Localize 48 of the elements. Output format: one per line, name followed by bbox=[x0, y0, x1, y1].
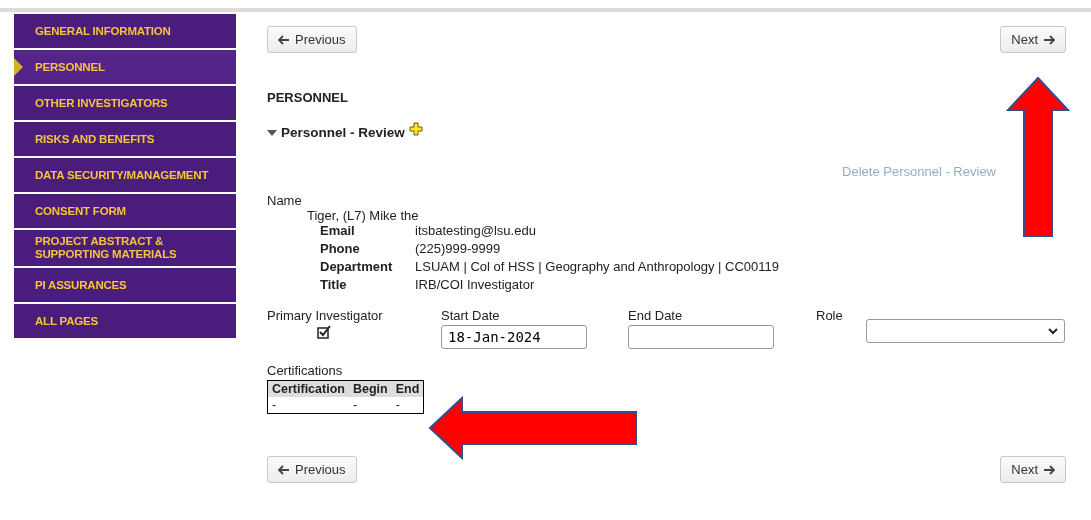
sidebar-item[interactable]: OTHER INVESTIGATORS bbox=[14, 86, 236, 120]
end-date-field[interactable] bbox=[628, 325, 774, 349]
certifications-label: Certifications bbox=[267, 363, 344, 378]
start-date-field[interactable]: 18-Jan-2024 bbox=[441, 325, 587, 349]
detail-value: IRB/COI Investigator bbox=[415, 277, 536, 292]
role-dropdown[interactable] bbox=[866, 319, 1065, 343]
table-cell: - bbox=[348, 397, 392, 414]
field-label: End Date bbox=[628, 308, 684, 323]
sidebar-item[interactable]: DATA SECURITY/MANAGEMENT bbox=[14, 158, 236, 192]
detail-value: (225)999-9999 bbox=[415, 241, 502, 256]
sidebar-item[interactable]: CONSENT FORM bbox=[14, 194, 236, 228]
previous-button[interactable]: Previous bbox=[267, 26, 357, 53]
next-button[interactable]: Next bbox=[1000, 26, 1066, 53]
detail-label: Email bbox=[320, 223, 356, 238]
detail-value: itsbatesting@lsu.edu bbox=[415, 223, 537, 238]
section-title: PERSONNEL bbox=[267, 90, 349, 105]
expanded-triangle-icon[interactable] bbox=[267, 129, 277, 136]
detail-label: Department bbox=[320, 259, 394, 274]
right-arrow-icon bbox=[1043, 464, 1055, 475]
sidebar-item[interactable]: PROJECT ABSTRACT & SUPPORTING MATERIALS bbox=[14, 230, 236, 266]
left-arrow-icon bbox=[278, 34, 290, 45]
column-header: End bbox=[391, 380, 424, 397]
field-label: Start Date bbox=[441, 308, 501, 323]
detail-label: Title bbox=[320, 277, 348, 292]
table-cell: - bbox=[267, 397, 349, 414]
table-cell: - bbox=[391, 397, 424, 414]
detail-label: Phone bbox=[320, 241, 361, 256]
column-header: Certification bbox=[267, 380, 349, 397]
person-name: Tiger, (L7) Mike the bbox=[307, 208, 420, 223]
name-label: Name bbox=[267, 193, 303, 208]
column-header: Begin bbox=[348, 380, 392, 397]
field-label: Primary Investigator bbox=[267, 308, 384, 323]
sidebar-item[interactable]: ALL PAGES bbox=[14, 304, 236, 338]
sidebar-item[interactable]: RISKS AND BENEFITS bbox=[14, 122, 236, 156]
right-arrow-icon bbox=[1043, 34, 1055, 45]
current-page-marker-icon bbox=[14, 58, 23, 76]
next-button[interactable]: Next bbox=[1000, 456, 1066, 483]
left-arrow-icon bbox=[278, 464, 290, 475]
chevron-down-icon bbox=[1048, 327, 1058, 335]
sidebar-item[interactable]: PI ASSURANCES bbox=[14, 268, 236, 302]
add-plus-icon[interactable] bbox=[408, 121, 423, 136]
checkbox[interactable] bbox=[317, 325, 331, 339]
sidebar-item[interactable]: PERSONNEL bbox=[14, 50, 236, 84]
field-label: Role bbox=[816, 308, 844, 323]
sidebar-item[interactable]: GENERAL INFORMATION bbox=[14, 14, 236, 48]
previous-button[interactable]: Previous bbox=[267, 456, 357, 483]
review-heading: Personnel - Review bbox=[281, 125, 405, 140]
detail-value: LSUAM | Col of HSS | Geography and Anthropology | CC00119 bbox=[415, 259, 780, 274]
